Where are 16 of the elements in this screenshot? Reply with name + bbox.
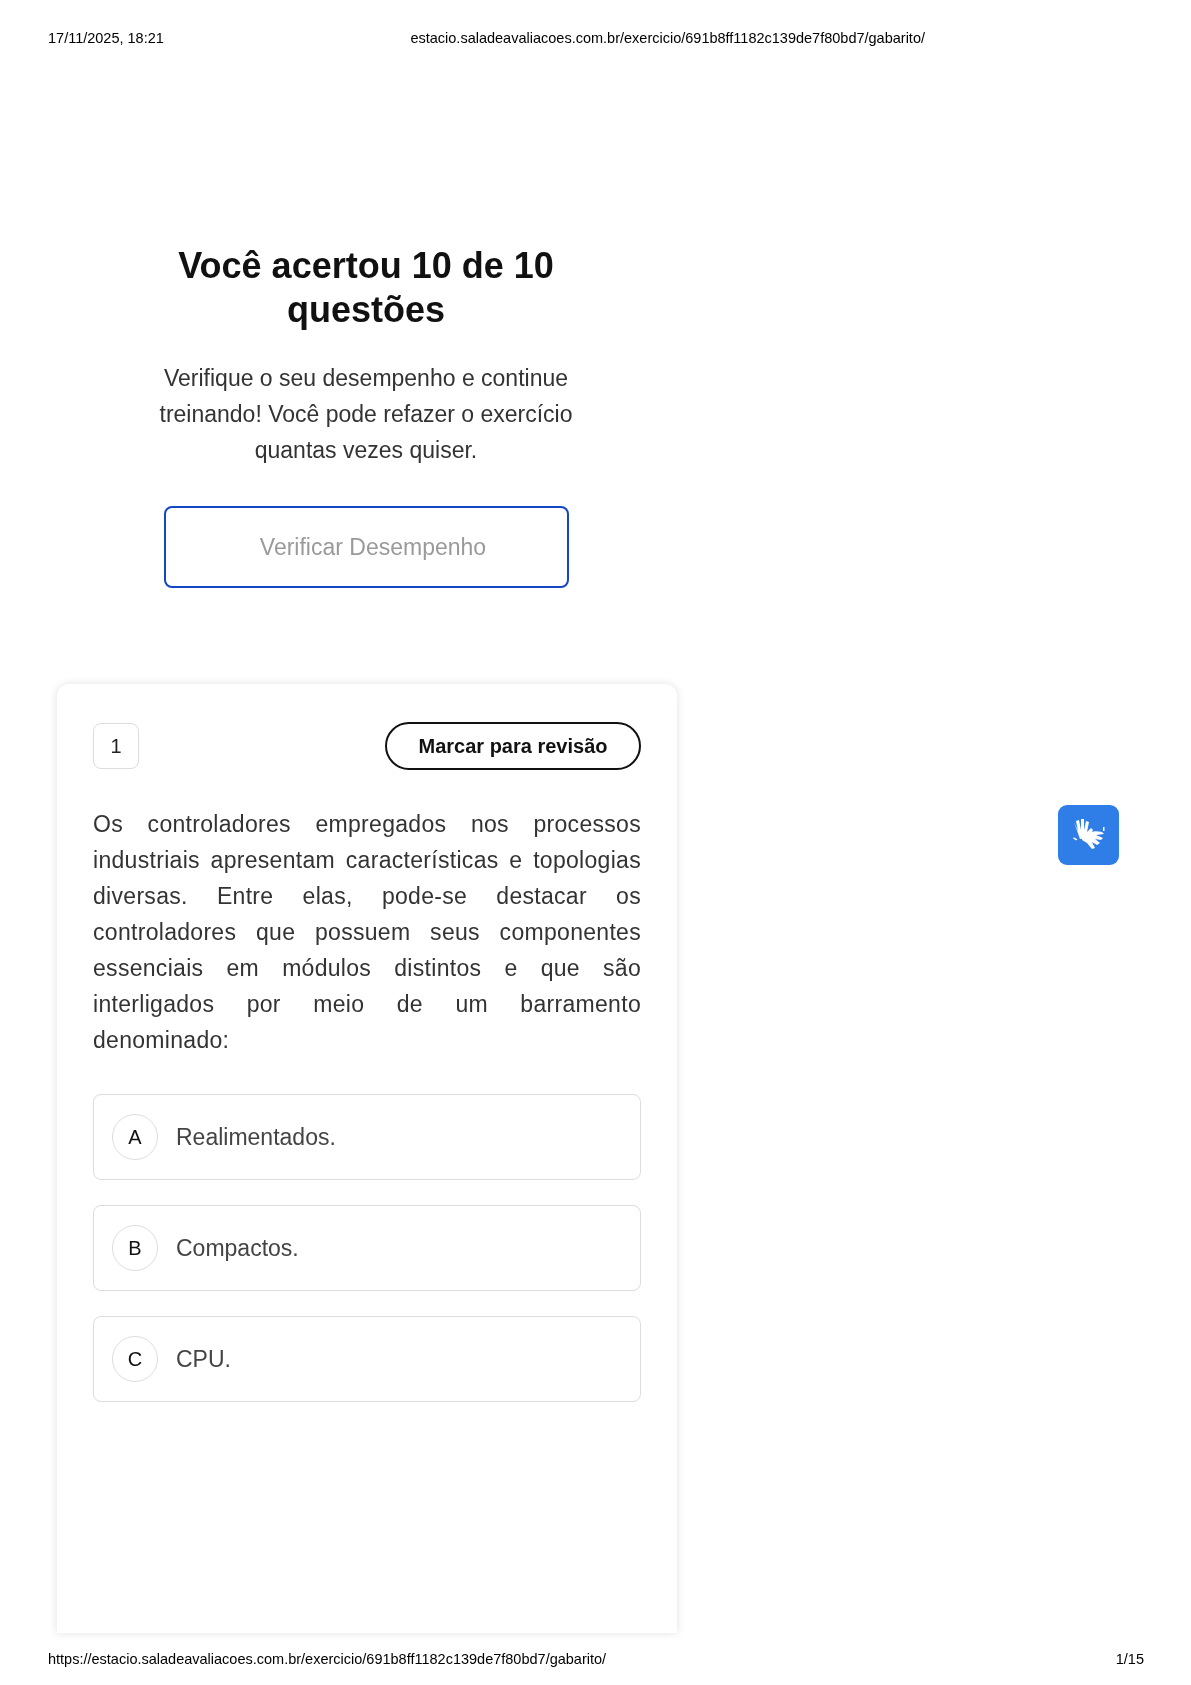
question-number: 1 xyxy=(93,723,139,769)
sign-language-button[interactable] xyxy=(1058,805,1119,865)
page-url: https://estacio.saladeavaliacoes.com.br/exercicio/691b8ff1182c139de7f80bd7/gabarito/ xyxy=(48,1651,607,1667)
result-title: Você acertou 10 de 10 questões xyxy=(177,244,555,332)
option-text: CPU. xyxy=(176,1345,231,1373)
print-date: 17/11/2025, 18:21 xyxy=(48,30,164,48)
page-number: 1/15 xyxy=(1115,1651,1144,1667)
question-text: Os controladores empregados nos processos industriais apresentam características e topologias diversas. Entre elas, pode-se destacar os controladores que possuem seus componentes essenciais em módulos distintos e que são interligados por meio de um barramento denominado: xyxy=(93,810,641,1055)
answer-option[interactable]: A Realimentados. xyxy=(93,1094,641,1180)
answer-option[interactable]: C CPU. xyxy=(93,1316,641,1402)
option-text: Realimentados. xyxy=(176,1123,336,1151)
option-text: Compactos. xyxy=(176,1234,299,1262)
mark-for-review-button[interactable]: Marcar para revisão xyxy=(385,722,641,770)
result-message: Verifique o seu desempenho e continue treinando! Você pode refazer o exercício quantas vezes quiser. xyxy=(158,364,574,465)
answer-option[interactable]: B Compactos. xyxy=(93,1205,641,1291)
page-url: estacio.saladeavaliacoes.com.br/exercicio/691b8ff1182c139de7f80bd7/gabarito/ xyxy=(410,30,925,48)
